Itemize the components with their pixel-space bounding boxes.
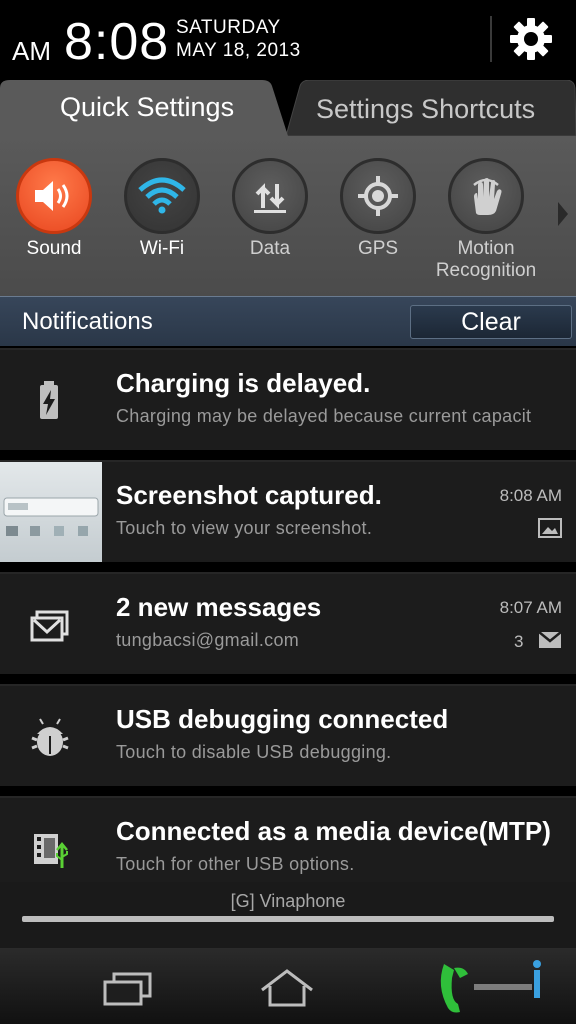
notification-time: 8:08 AM	[499, 486, 562, 505]
notifications-header: Notifications Clear	[0, 296, 576, 346]
carrier-label: [G] Vinaphone	[230, 891, 346, 911]
toggle-motion-label: Motion Recognition	[435, 238, 537, 281]
carrier-area: [G] Vinaphone	[0, 882, 576, 948]
notification-usb-debugging[interactable]: USB debugging connected Touch to disable…	[0, 684, 576, 786]
toggle-wifi-label: Wi-Fi	[139, 238, 185, 259]
notification-title: 2 new messages	[116, 592, 322, 622]
mail-icon	[30, 610, 69, 642]
status-header: AM 8:08 SATURDAY MAY 18, 2013	[0, 0, 576, 80]
data-icon	[232, 158, 308, 234]
clock-date: MAY 18, 2013	[176, 40, 301, 61]
notification-subtitle: Touch to disable USB debugging.	[116, 742, 392, 762]
notification-charging-delayed[interactable]: Charging is delayed. Charging may be del…	[0, 348, 576, 450]
toggle-gps-label: GPS	[357, 238, 399, 259]
quick-settings-panel: Sound Wi-Fi Data GPS Motion Recognition	[0, 136, 576, 296]
notification-new-messages[interactable]: 2 new messages tungbacsi@gmail.com 8:07 …	[0, 572, 576, 674]
notifications-title: Notifications	[22, 308, 153, 335]
image-icon	[538, 518, 562, 538]
notification-subtitle: tungbacsi@gmail.com	[116, 630, 300, 650]
drag-handle[interactable]	[22, 916, 554, 922]
notification-time: 8:07 AM	[499, 598, 562, 617]
tab-shortcuts-label: Settings Shortcuts	[316, 94, 536, 124]
usb-media-icon	[34, 834, 68, 868]
gmail-icon	[538, 631, 562, 648]
header-divider	[490, 16, 492, 62]
home-icon[interactable]	[258, 968, 316, 1008]
clock-ampm: AM	[12, 36, 51, 66]
tab-bar: Settings Shortcuts Quick Settings	[0, 78, 576, 136]
motion-icon	[448, 158, 524, 234]
notification-screenshot-captured[interactable]: Screenshot captured. Touch to view your …	[0, 460, 576, 562]
notification-list: Charging is delayed. Charging may be del…	[0, 346, 576, 898]
battery-icon	[40, 381, 58, 419]
toggle-sound-label: Sound	[26, 238, 82, 259]
gear-icon[interactable]	[508, 16, 554, 62]
tab-quick-label: Quick Settings	[60, 92, 235, 122]
toggle-data-label: Data	[249, 238, 291, 259]
tab-settings-shortcuts[interactable]: Settings Shortcuts	[282, 80, 576, 136]
chevron-right-icon[interactable]	[556, 200, 570, 228]
notification-title: Screenshot captured.	[116, 480, 382, 510]
toggle-data[interactable]: Data	[216, 158, 324, 260]
notification-count: 3	[514, 632, 524, 651]
notification-title: Charging is delayed.	[116, 368, 371, 398]
clock-time: 8:08	[64, 13, 170, 71]
navigation-bar	[0, 948, 576, 1024]
notification-title: USB debugging connected	[116, 704, 449, 734]
notification-subtitle: Charging may be delayed because current …	[116, 406, 532, 426]
clear-button[interactable]: Clear	[410, 305, 572, 339]
notification-subtitle: Touch to view your screenshot.	[116, 518, 373, 538]
notification-subtitle: Touch for other USB options.	[116, 854, 355, 874]
clock-day: SATURDAY	[176, 17, 281, 38]
gps-icon	[340, 158, 416, 234]
toggle-sound[interactable]: Sound	[0, 158, 108, 260]
sound-icon	[16, 158, 92, 234]
toggle-gps[interactable]: GPS	[324, 158, 432, 260]
tab-quick-settings[interactable]: Quick Settings	[0, 78, 288, 136]
android-debug-icon	[31, 718, 69, 756]
wifi-icon	[124, 158, 200, 234]
watermark-logo	[440, 960, 541, 1013]
recent-apps-icon[interactable]	[102, 972, 152, 1006]
screenshot-thumbnail	[0, 462, 102, 562]
notification-title: Connected as a media device(MTP)	[116, 816, 551, 846]
toggle-wifi[interactable]: Wi-Fi	[108, 158, 216, 260]
toggle-motion-recognition[interactable]: Motion Recognition	[432, 158, 540, 282]
